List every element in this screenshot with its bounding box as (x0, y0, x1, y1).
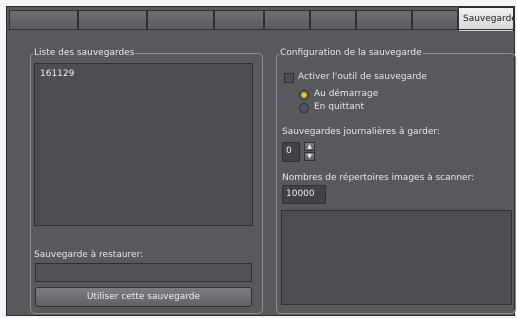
tab-5[interactable] (264, 10, 310, 29)
backup-list-title: Liste des sauvegardes (34, 48, 135, 58)
tab-2[interactable] (78, 10, 147, 29)
backup-list[interactable]: 161129 (34, 63, 253, 226)
tab-1[interactable] (9, 10, 78, 29)
tab-8[interactable] (412, 10, 458, 29)
radio-quit[interactable] (299, 103, 309, 113)
tab-bar: Sauvegardes (7, 7, 514, 31)
activate-backup-checkbox[interactable] (284, 73, 294, 83)
radio-startup[interactable] (299, 90, 309, 100)
radio-startup-label: Au démarrage (314, 89, 379, 99)
dirs-to-scan-label: Nombres de répertoires images à scanner: (282, 173, 475, 183)
tab-content: Liste des sauvegardes 161129 Sauvegarde … (7, 29, 516, 315)
backup-config-title: Configuration de la sauvegarde (280, 48, 422, 58)
radio-quit-label: En quittant (314, 102, 364, 112)
activate-backup-label: Activer l'outil de sauvegarde (298, 72, 427, 82)
tab-sauvegardes[interactable]: Sauvegardes (458, 7, 514, 31)
use-backup-button[interactable]: Utiliser cette sauvegarde (35, 287, 252, 307)
restore-field[interactable] (35, 263, 252, 282)
tab-3[interactable] (147, 10, 214, 29)
spin-up-arrow-icon[interactable]: ▲ (304, 142, 315, 151)
daily-backups-label: Sauvegardes journalières à garder: (282, 127, 440, 137)
dirs-to-scan-field[interactable]: 10000 (282, 185, 326, 204)
restore-label: Sauvegarde à restaurer: (34, 250, 144, 260)
spin-down-arrow-icon[interactable]: ▼ (304, 152, 315, 161)
tab-7[interactable] (356, 10, 412, 29)
list-item[interactable]: 161129 (40, 69, 74, 79)
tab-6[interactable] (310, 10, 356, 29)
config-output-panel (281, 210, 512, 305)
tab-4[interactable] (214, 10, 264, 29)
backup-window: Sauvegardes Liste des sauvegardes 161129… (6, 6, 516, 316)
daily-backups-spinbox[interactable]: 0 (282, 142, 300, 162)
